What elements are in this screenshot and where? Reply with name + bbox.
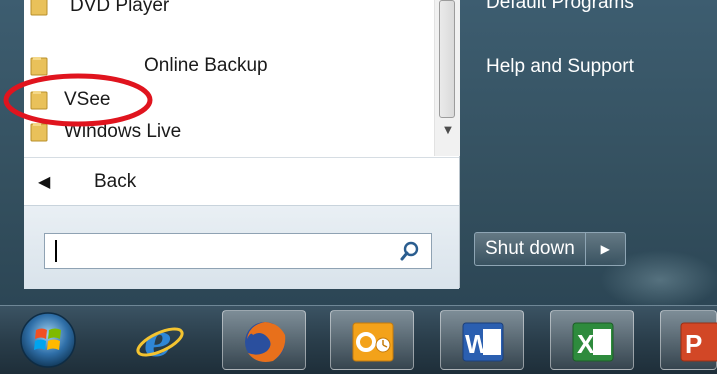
taskbar-powerpoint[interactable]: P: [660, 310, 717, 370]
all-programs-pane: DVD Player Online Backup VSee Windows Li…: [24, 0, 460, 289]
folder-icon: [30, 0, 48, 16]
shutdown-group: Shut down ▶: [474, 232, 626, 266]
red-annotation-ellipse: [3, 73, 153, 127]
taskbar-internet-explorer[interactable]: e: [118, 310, 202, 370]
start-menu-right-pane: Default Programs Help and Support Shut d…: [460, 0, 717, 305]
back-button[interactable]: ◀ Back: [24, 162, 459, 202]
default-programs-link[interactable]: Default Programs: [486, 0, 634, 14]
start-orb-icon[interactable]: [18, 310, 78, 370]
divider: [24, 157, 459, 158]
taskbar-firefox[interactable]: [222, 310, 306, 370]
outlook-icon: [352, 322, 394, 362]
taskbar-word[interactable]: W: [440, 310, 524, 370]
program-label: DVD Player: [70, 0, 170, 16]
taskbar-outlook[interactable]: [330, 310, 414, 370]
program-label: Online Backup: [144, 55, 268, 76]
taskbar: e W X P: [0, 305, 717, 374]
firefox-icon: [245, 322, 286, 362]
search-icon[interactable]: [399, 240, 421, 262]
svg-text:X: X: [577, 329, 595, 359]
text-caret: [55, 240, 57, 262]
shutdown-options-arrow-icon[interactable]: ▶: [585, 232, 626, 266]
scrollbar-thumb[interactable]: [439, 0, 455, 118]
help-and-support-link[interactable]: Help and Support: [486, 56, 634, 78]
powerpoint-icon: P: [680, 322, 717, 362]
svg-text:W: W: [465, 329, 490, 359]
shut-down-button[interactable]: Shut down: [474, 232, 586, 266]
svg-text:P: P: [685, 329, 702, 359]
program-item-dvd-player[interactable]: DVD Player: [24, 0, 434, 22]
internet-explorer-icon: e: [136, 316, 184, 364]
excel-icon: X: [572, 322, 614, 362]
scroll-down-arrow-icon[interactable]: ▼: [442, 125, 454, 137]
back-arrow-icon: ◀: [38, 172, 51, 191]
programs-scrollbar[interactable]: ▼: [434, 0, 460, 156]
word-icon: W: [462, 322, 504, 362]
search-area: [24, 205, 459, 289]
search-input[interactable]: [44, 233, 432, 269]
taskbar-excel[interactable]: X: [550, 310, 634, 370]
back-label: Back: [94, 171, 137, 192]
